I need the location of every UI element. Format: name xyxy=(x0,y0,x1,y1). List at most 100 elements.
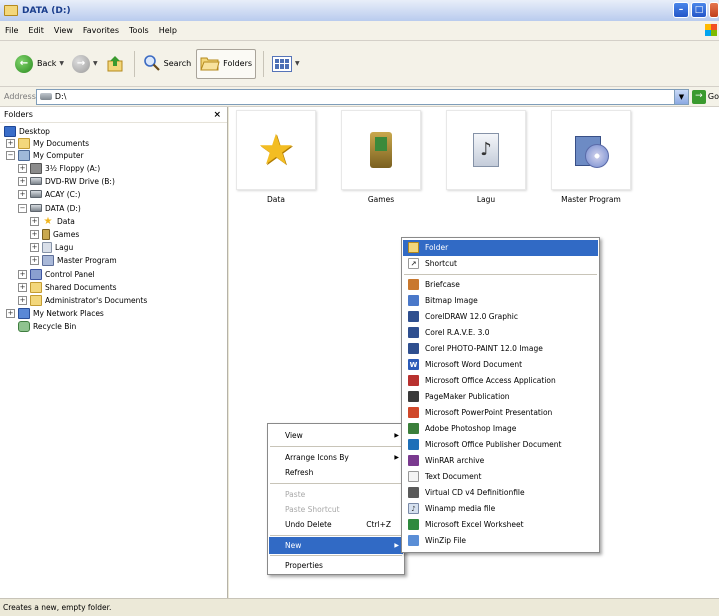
menu-tools[interactable]: Tools xyxy=(124,26,154,35)
new-item-coreldraw[interactable]: CorelDRAW 12.0 Graphic xyxy=(403,309,598,325)
expand-icon[interactable]: + xyxy=(18,176,27,186)
menu-item-undo-delete[interactable]: Undo Delete Ctrl+Z xyxy=(269,516,403,533)
tree-node-my-computer[interactable]: − My Computer xyxy=(6,149,84,161)
master-program-icon xyxy=(42,254,54,266)
window-title: DATA (D:) xyxy=(22,5,71,16)
forward-button[interactable]: → ▼ xyxy=(69,49,101,79)
up-button[interactable] xyxy=(103,49,127,79)
tree-node-master-program[interactable]: + Master Program xyxy=(30,254,117,266)
shortcut-text: Ctrl+Z xyxy=(366,520,391,529)
menu-separator xyxy=(270,535,402,536)
menu-edit[interactable]: Edit xyxy=(23,26,49,35)
expand-icon[interactable]: + xyxy=(18,189,27,199)
tree-node-games[interactable]: + Games xyxy=(30,228,79,240)
tree-node-data-d[interactable]: − DATA (D:) xyxy=(18,202,81,214)
menu-file[interactable]: File xyxy=(0,26,23,35)
tree-node-dvd-drive[interactable]: + DVD-RW Drive (B:) xyxy=(18,175,115,187)
back-dropdown-icon[interactable]: ▼ xyxy=(59,60,64,67)
folder-data[interactable]: ★ xyxy=(236,110,316,190)
folder-lagu[interactable]: ♪ xyxy=(446,110,526,190)
new-item-photoshop[interactable]: Adobe Photoshop Image xyxy=(403,421,598,437)
menu-item-properties[interactable]: Properties xyxy=(269,557,403,574)
new-item-folder[interactable]: Folder xyxy=(403,240,598,256)
tree-node-control-panel[interactable]: + Control Panel xyxy=(18,268,95,280)
forward-dropdown-icon[interactable]: ▼ xyxy=(93,60,98,67)
new-item-virtual-cd[interactable]: Virtual CD v4 Definitionfile xyxy=(403,485,598,501)
menu-item-view[interactable]: View ▶ xyxy=(269,427,403,444)
folders-button[interactable]: Folders xyxy=(196,48,257,79)
expand-icon[interactable]: + xyxy=(18,269,27,279)
drive-icon xyxy=(39,93,52,100)
tree-node-lagu[interactable]: + Lagu xyxy=(30,241,73,253)
folder-icon xyxy=(18,137,30,149)
tree-node-floppy[interactable]: + 3½ Floppy (A:) xyxy=(18,162,100,174)
collapse-icon[interactable]: − xyxy=(6,150,15,160)
title-bar[interactable]: DATA (D:) – □ xyxy=(0,0,719,21)
menu-favorites[interactable]: Favorites xyxy=(78,26,124,35)
tree-node-recycle-bin[interactable]: Recycle Bin xyxy=(18,320,76,332)
address-dropdown-icon[interactable]: ▼ xyxy=(673,89,688,104)
pagemaker-icon xyxy=(408,391,419,403)
expand-icon[interactable]: + xyxy=(30,229,39,239)
tree-node-desktop[interactable]: Desktop xyxy=(4,125,50,137)
new-item-corel-rave[interactable]: Corel R.A.V.E. 3.0 xyxy=(403,325,598,341)
tree-node-acay-c[interactable]: + ACAY (C:) xyxy=(18,188,80,200)
expand-icon[interactable]: + xyxy=(18,282,27,292)
close-pane-icon[interactable]: × xyxy=(213,110,221,120)
new-item-bitmap-image[interactable]: Bitmap Image xyxy=(403,293,598,309)
new-item-text-document[interactable]: Text Document xyxy=(403,469,598,485)
new-item-powerpoint[interactable]: Microsoft PowerPoint Presentation xyxy=(403,405,598,421)
new-item-shortcut[interactable]: ↗ Shortcut xyxy=(403,256,598,272)
music-icon xyxy=(42,241,52,253)
expand-icon[interactable]: + xyxy=(18,295,27,305)
folder-games[interactable] xyxy=(341,110,421,190)
new-item-pagemaker[interactable]: PageMaker Publication xyxy=(403,389,598,405)
control-panel-icon xyxy=(30,268,42,280)
expand-icon[interactable]: + xyxy=(6,308,15,318)
tree-node-my-documents[interactable]: + My Documents xyxy=(6,137,89,149)
maximize-button[interactable]: □ xyxy=(691,2,707,18)
network-icon xyxy=(18,307,30,319)
menu-help[interactable]: Help xyxy=(154,26,182,35)
collapse-icon[interactable]: − xyxy=(18,203,27,213)
minimize-button[interactable]: – xyxy=(673,2,689,18)
close-button[interactable] xyxy=(709,2,719,18)
menu-view[interactable]: View xyxy=(49,26,78,35)
expand-icon[interactable]: + xyxy=(30,255,39,265)
folder-master-program[interactable] xyxy=(551,110,631,190)
search-button[interactable]: Search xyxy=(140,49,194,79)
tree-node-data[interactable]: + ★ Data xyxy=(30,215,75,227)
back-button[interactable]: ← Back ▼ xyxy=(12,49,67,79)
go-button[interactable]: → Go xyxy=(691,89,719,104)
menu-item-new[interactable]: New ▶ xyxy=(269,537,403,554)
access-icon xyxy=(408,375,419,387)
expand-icon[interactable]: + xyxy=(30,216,39,226)
expand-icon[interactable]: + xyxy=(6,138,15,148)
new-item-publisher[interactable]: Microsoft Office Publisher Document xyxy=(403,437,598,453)
floppy-icon xyxy=(30,162,42,174)
new-item-winrar[interactable]: WinRAR archive xyxy=(403,453,598,469)
shortcut-icon: ↗ xyxy=(408,258,419,270)
new-item-access-application[interactable]: Microsoft Office Access Application xyxy=(403,373,598,389)
views-button[interactable]: ▼ xyxy=(269,49,303,79)
menu-item-refresh[interactable]: Refresh xyxy=(269,464,403,481)
new-item-briefcase[interactable]: Briefcase xyxy=(403,277,598,293)
address-input[interactable]: D:\ ▼ xyxy=(35,88,689,105)
new-item-winzip[interactable]: WinZip File xyxy=(403,533,598,549)
expand-icon[interactable]: + xyxy=(18,163,27,173)
new-item-winamp[interactable]: ♪ Winamp media file xyxy=(403,501,598,517)
new-item-word-document[interactable]: W Microsoft Word Document xyxy=(403,357,598,373)
tree-node-my-network-places[interactable]: + My Network Places xyxy=(6,307,104,319)
tree-node-shared-documents[interactable]: + Shared Documents xyxy=(18,281,117,293)
text-document-icon xyxy=(408,471,419,483)
back-arrow-icon: ← xyxy=(15,54,33,73)
dvd-drive-icon xyxy=(30,177,42,185)
new-item-corel-photopaint[interactable]: Corel PHOTO-PAINT 12.0 Image xyxy=(403,341,598,357)
go-label: Go xyxy=(707,92,719,101)
expand-icon[interactable]: + xyxy=(30,242,39,252)
views-dropdown-icon[interactable]: ▼ xyxy=(295,60,300,67)
views-grid-icon xyxy=(272,55,293,72)
folder-up-icon xyxy=(106,55,124,73)
tree-node-administrators-documents[interactable]: + Administrator's Documents xyxy=(18,294,147,306)
new-item-excel-worksheet[interactable]: Microsoft Excel Worksheet xyxy=(403,517,598,533)
